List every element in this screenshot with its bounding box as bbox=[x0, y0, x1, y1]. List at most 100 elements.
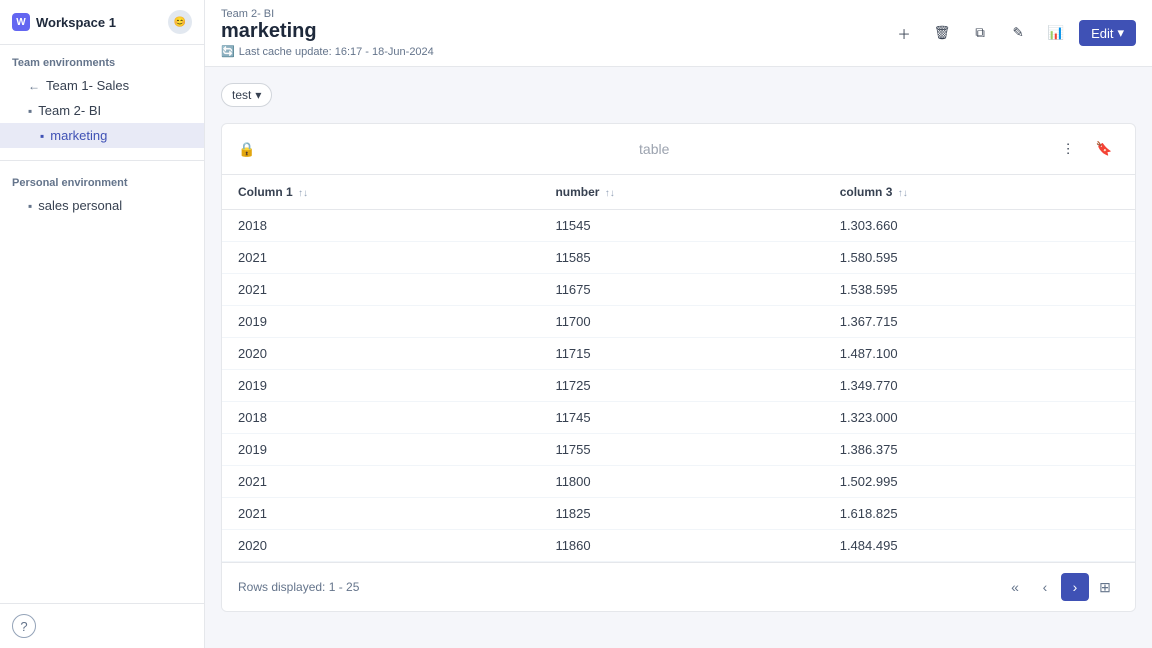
table-cell: 2019 bbox=[222, 370, 539, 402]
sidebar-item-label: Team 1- Sales bbox=[46, 78, 129, 93]
table-cell: 2018 bbox=[222, 402, 539, 434]
back-icon: ← bbox=[28, 79, 40, 93]
table-row: 2021116751.538.595 bbox=[222, 274, 1135, 306]
table-cell: 2019 bbox=[222, 434, 539, 466]
topbar: Team 2- BI marketing 🔄 Last cache update… bbox=[205, 0, 1152, 67]
table-cell: 11715 bbox=[539, 338, 823, 370]
personal-environment-label: Personal environment bbox=[0, 173, 204, 193]
team-environments-section: Team environments ← Team 1- Sales ▪ Team… bbox=[0, 45, 204, 156]
sidebar-header: W Workspace 1 😊 bbox=[0, 0, 204, 45]
table-cell: 1.349.770 bbox=[824, 370, 1135, 402]
table-cell: 1.484.495 bbox=[824, 530, 1135, 562]
trash-icon: 🗑 bbox=[934, 25, 951, 41]
column-header-2[interactable]: number ↑↓ bbox=[539, 175, 823, 210]
table-container: 🔒 table ⋮ 🔖 Column 1 ↑↓ bbox=[221, 123, 1136, 612]
chevron-down-icon: ▾ bbox=[255, 88, 261, 102]
sidebar-item-label: marketing bbox=[50, 128, 107, 143]
table-cell: 1.386.375 bbox=[824, 434, 1135, 466]
table-cell: 2020 bbox=[222, 338, 539, 370]
table-options-button[interactable]: ⋮ bbox=[1053, 134, 1083, 164]
table-cell: 11585 bbox=[539, 242, 823, 274]
table-row: 2020118601.484.495 bbox=[222, 530, 1135, 562]
table-cell: 2019 bbox=[222, 306, 539, 338]
personal-environment-section: Personal environment ▪ sales personal bbox=[0, 165, 204, 226]
page-title: marketing bbox=[221, 20, 434, 43]
table-row: 2019117551.386.375 bbox=[222, 434, 1135, 466]
table-row: 2021118001.502.995 bbox=[222, 466, 1135, 498]
table-cell: 11725 bbox=[539, 370, 823, 402]
table-header-bar: 🔒 table ⋮ 🔖 bbox=[222, 124, 1135, 175]
filter-chip-test[interactable]: test ▾ bbox=[221, 83, 272, 107]
table-row: 2018117451.323.000 bbox=[222, 402, 1135, 434]
filter-bar: test ▾ bbox=[221, 83, 1136, 107]
table-cell: 1.487.100 bbox=[824, 338, 1135, 370]
breadcrumb: Team 2- BI bbox=[221, 8, 434, 20]
column-header-3[interactable]: column 3 ↑↓ bbox=[824, 175, 1135, 210]
table-cell: 2021 bbox=[222, 498, 539, 530]
table-cell: 2018 bbox=[222, 210, 539, 242]
sidebar-item-team2-bi[interactable]: ▪ Team 2- BI bbox=[0, 98, 204, 123]
table-cell: 11755 bbox=[539, 434, 823, 466]
sort-icon-3: ↑↓ bbox=[898, 188, 908, 199]
chart-icon: 📊 bbox=[1048, 25, 1065, 41]
table-cell: 1.618.825 bbox=[824, 498, 1135, 530]
first-page-button[interactable]: « bbox=[1001, 573, 1029, 601]
options-icon: ⋮ bbox=[1061, 141, 1074, 157]
pagination-controls: « ‹ › ⊞ bbox=[1001, 573, 1119, 601]
sort-icon-2: ↑↓ bbox=[605, 188, 615, 199]
cache-text: Last cache update: 16:17 - 18-Jun-2024 bbox=[239, 46, 434, 58]
table-cell: 2020 bbox=[222, 530, 539, 562]
main-content: Team 2- BI marketing 🔄 Last cache update… bbox=[205, 0, 1152, 648]
copy-button[interactable]: ⧉ bbox=[965, 18, 995, 48]
edit-label: Edit bbox=[1091, 26, 1113, 41]
sort-icon-1: ↑↓ bbox=[298, 188, 308, 199]
workspace-label[interactable]: W Workspace 1 bbox=[12, 13, 116, 31]
sidebar-item-marketing[interactable]: ▪ marketing bbox=[0, 123, 204, 148]
add-button[interactable]: ＋ bbox=[889, 18, 919, 48]
table-title: table bbox=[639, 141, 669, 157]
current-page-button[interactable]: › bbox=[1061, 573, 1089, 601]
table-cell: 2021 bbox=[222, 466, 539, 498]
table-cell: 1.538.595 bbox=[824, 274, 1135, 306]
sidebar-footer: ? bbox=[0, 603, 204, 648]
sidebar-item-label: sales personal bbox=[38, 198, 122, 213]
table-header-actions: ⋮ 🔖 bbox=[1053, 134, 1119, 164]
table-cell: 11675 bbox=[539, 274, 823, 306]
trash-button[interactable]: 🗑 bbox=[927, 18, 957, 48]
pagination-info: Rows displayed: 1 - 25 bbox=[238, 580, 359, 594]
help-button[interactable]: ? bbox=[12, 614, 36, 638]
table-cell: 1.303.660 bbox=[824, 210, 1135, 242]
table-row: 2018115451.303.660 bbox=[222, 210, 1135, 242]
table-cell: 1.367.715 bbox=[824, 306, 1135, 338]
filter-label: test bbox=[232, 88, 251, 102]
chart-button[interactable]: 📊 bbox=[1041, 18, 1071, 48]
table-row: 2021118251.618.825 bbox=[222, 498, 1135, 530]
lock-icon: 🔒 bbox=[238, 141, 255, 158]
table-cell: 1.580.595 bbox=[824, 242, 1135, 274]
table-cell: 2021 bbox=[222, 242, 539, 274]
table-cell: 11800 bbox=[539, 466, 823, 498]
user-avatar[interactable]: 😊 bbox=[168, 10, 192, 34]
content-area: test ▾ 🔒 table ⋮ 🔖 bbox=[205, 67, 1152, 648]
table-cell: 11545 bbox=[539, 210, 823, 242]
cache-info: 🔄 Last cache update: 16:17 - 18-Jun-2024 bbox=[221, 45, 434, 58]
prev-page-button[interactable]: ‹ bbox=[1031, 573, 1059, 601]
topbar-actions: ＋ 🗑 ⧉ ✎ 📊 Edit ▾ bbox=[889, 18, 1136, 48]
copy-icon: ⧉ bbox=[975, 25, 985, 41]
sidebar: W Workspace 1 😊 Team environments ← Team… bbox=[0, 0, 205, 648]
sidebar-item-sales-personal[interactable]: ▪ sales personal bbox=[0, 193, 204, 218]
edit-icon-button[interactable]: ✎ bbox=[1003, 18, 1033, 48]
select-rows-button[interactable]: ⊞ bbox=[1091, 573, 1119, 601]
table-bookmark-button[interactable]: 🔖 bbox=[1089, 134, 1119, 164]
table-cell: 1.323.000 bbox=[824, 402, 1135, 434]
data-table: Column 1 ↑↓ number ↑↓ column 3 ↑↓ bbox=[222, 175, 1135, 562]
table-icon: ▪ bbox=[40, 129, 44, 143]
avatar-initials: 😊 bbox=[174, 17, 186, 28]
sidebar-item-team1-sales[interactable]: ← Team 1- Sales bbox=[0, 73, 204, 98]
column-header-1[interactable]: Column 1 ↑↓ bbox=[222, 175, 539, 210]
dataset-icon: ▪ bbox=[28, 104, 32, 118]
table-row: 2020117151.487.100 bbox=[222, 338, 1135, 370]
pencil-icon: ✎ bbox=[1012, 25, 1023, 41]
edit-button[interactable]: Edit ▾ bbox=[1079, 20, 1136, 46]
cache-icon: 🔄 bbox=[221, 45, 235, 58]
